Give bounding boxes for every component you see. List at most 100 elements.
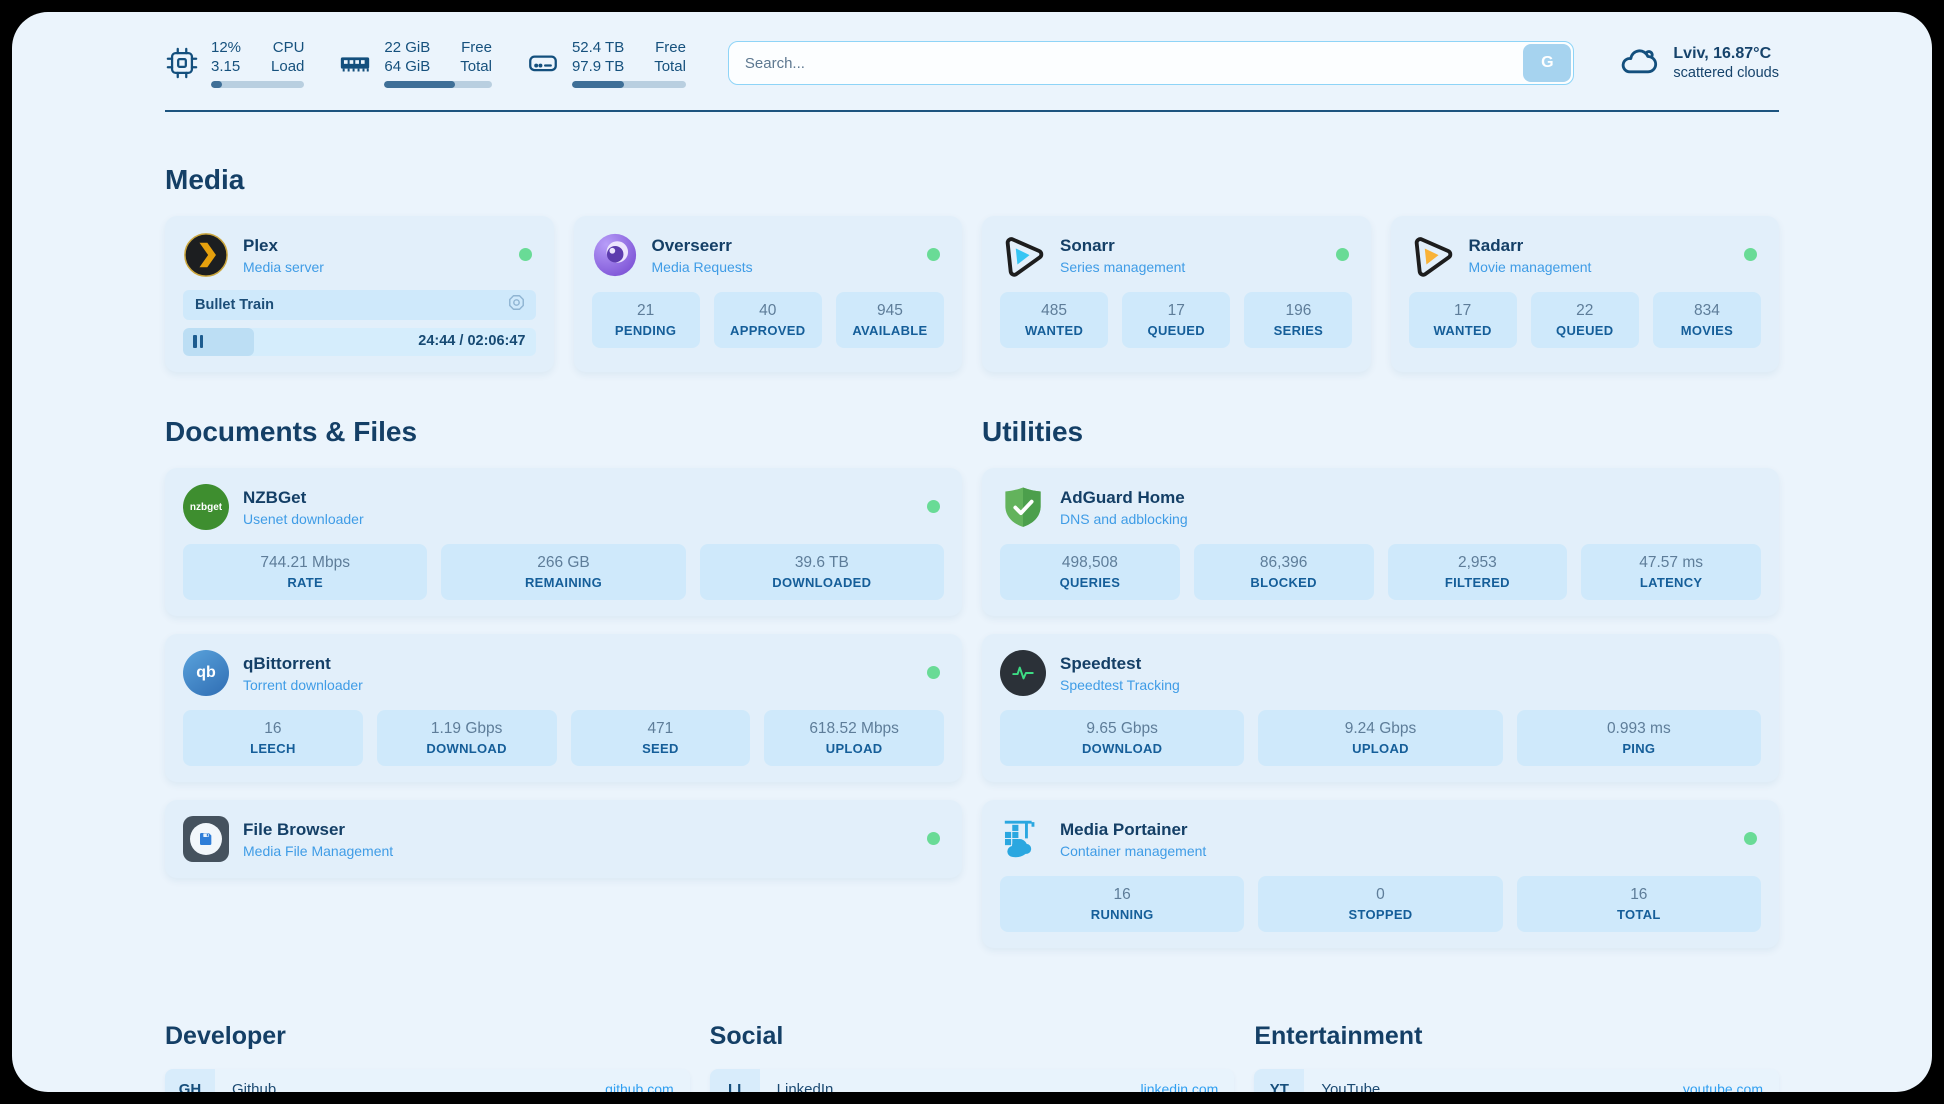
stat-value: 22 <box>1576 302 1593 320</box>
bookmark-name: LinkedIn <box>777 1081 1141 1093</box>
status-dot <box>927 832 940 845</box>
stat-label: WANTED <box>1434 323 1492 338</box>
cloud-icon <box>1616 41 1660 86</box>
app-subtitle: Speedtest Tracking <box>1060 677 1180 693</box>
pause-icon[interactable] <box>193 335 203 348</box>
memory-widget: 22 GiB 64 GiB Free Total <box>338 38 492 88</box>
now-playing-title: Bullet Train <box>195 297 507 313</box>
gear-icon[interactable] <box>507 293 526 317</box>
app-card-speedtest[interactable]: Speedtest Speedtest Tracking 9.65 Gbps D… <box>982 634 1779 782</box>
speedtest-icon <box>1000 650 1046 696</box>
bookmark-url[interactable]: github.com <box>605 1081 673 1092</box>
status-dot <box>519 248 532 261</box>
app-subtitle: Torrent downloader <box>243 677 363 693</box>
stat-label: REMAINING <box>525 575 602 590</box>
bookmark-badge: YT <box>1254 1069 1304 1092</box>
stat-value: 16 <box>1630 886 1647 904</box>
app-name: NZBGet <box>243 488 364 508</box>
stat-label: AVAILABLE <box>852 323 927 338</box>
stat-value: 9.65 Gbps <box>1086 720 1158 738</box>
disk-widget: 52.4 TB 97.9 TB Free Total <box>526 38 686 88</box>
stat-label: SEED <box>642 741 679 756</box>
app-card-portainer[interactable]: Media Portainer Container management 16 … <box>982 800 1779 948</box>
app-name: Media Portainer <box>1060 820 1206 840</box>
documents-section-title: Documents & Files <box>165 416 962 448</box>
stat-label: UPLOAD <box>1352 741 1409 756</box>
stat-box: 16 LEECH <box>183 710 363 766</box>
weather-condition: scattered clouds <box>1673 65 1779 81</box>
app-card-radarr[interactable]: Radarr Movie management 17 WANTED 22 QUE… <box>1391 216 1780 372</box>
stat-label: MOVIES <box>1681 323 1733 338</box>
bookmark-url[interactable]: youtube.com <box>1683 1081 1763 1092</box>
app-card-nzbget[interactable]: nzbget NZBGet Usenet downloader 744.21 M… <box>165 468 962 616</box>
bookmark-linkedin[interactable]: LI LinkedIn linkedin.com <box>710 1069 1235 1092</box>
stat-value: 471 <box>647 720 673 738</box>
stat-label: FILTERED <box>1445 575 1510 590</box>
stat-label: SERIES <box>1274 323 1323 338</box>
stat-value: 834 <box>1694 302 1720 320</box>
memory-progress-bar <box>384 81 492 88</box>
stat-box: 2,953 FILTERED <box>1388 544 1568 600</box>
cpu-progress-bar <box>211 81 304 88</box>
adguard-icon <box>1000 484 1046 530</box>
stat-box: 0 STOPPED <box>1258 876 1502 932</box>
stat-value: 0 <box>1376 886 1385 904</box>
search-bar: G <box>728 41 1575 85</box>
app-card-adguard[interactable]: AdGuard Home DNS and adblocking 498,508 … <box>982 468 1779 616</box>
disk-total-label: Total <box>654 57 686 76</box>
stat-label: PENDING <box>615 323 676 338</box>
cpu-load-label: Load <box>271 57 304 76</box>
app-card-filebrowser[interactable]: File Browser Media File Management <box>165 800 962 878</box>
playback-progress-bar: 24:44 / 02:06:47 <box>183 328 536 356</box>
stat-box: 39.6 TB DOWNLOADED <box>700 544 944 600</box>
stat-box: 22 QUEUED <box>1531 292 1639 348</box>
stat-value: 86,396 <box>1260 554 1307 572</box>
status-dot <box>1744 832 1757 845</box>
stat-value: 21 <box>637 302 654 320</box>
stat-value: 485 <box>1041 302 1067 320</box>
stat-box: 40 APPROVED <box>714 292 822 348</box>
app-card-sonarr[interactable]: Sonarr Series management 485 WANTED 17 Q… <box>982 216 1371 372</box>
stat-box: 21 PENDING <box>592 292 700 348</box>
plex-icon <box>183 232 229 278</box>
app-name: File Browser <box>243 820 393 840</box>
app-card-qbittorrent[interactable]: qb qBittorrent Torrent downloader 16 LEE… <box>165 634 962 782</box>
memory-icon <box>338 40 372 86</box>
stat-box: 86,396 BLOCKED <box>1194 544 1374 600</box>
disk-progress-bar <box>572 81 686 88</box>
stat-value: 47.57 ms <box>1639 554 1703 572</box>
app-subtitle: Media File Management <box>243 843 393 859</box>
stat-box: 945 AVAILABLE <box>836 292 944 348</box>
app-subtitle: Series management <box>1060 259 1185 275</box>
stat-value: 16 <box>264 720 281 738</box>
memory-free-value: 22 GiB <box>384 38 430 57</box>
stat-box: 16 TOTAL <box>1517 876 1761 932</box>
playback-time: 24:44 / 02:06:47 <box>418 333 525 349</box>
section-social: Social LI LinkedIn linkedin.com TW Twitt… <box>710 1022 1235 1092</box>
search-engine-button[interactable]: G <box>1523 44 1571 82</box>
nzbget-icon: nzbget <box>183 484 229 530</box>
stat-value: 40 <box>759 302 776 320</box>
cpu-icon <box>165 40 199 86</box>
disk-free-label: Free <box>654 38 686 57</box>
bookmark-github[interactable]: GH Github github.com <box>165 1069 690 1092</box>
app-subtitle: Container management <box>1060 843 1206 859</box>
bookmark-youtube[interactable]: YT YouTube youtube.com <box>1254 1069 1779 1092</box>
stat-box: 618.52 Mbps UPLOAD <box>764 710 944 766</box>
app-name: Overseerr <box>652 236 753 256</box>
stat-label: QUEUED <box>1556 323 1613 338</box>
stat-label: DOWNLOADED <box>772 575 871 590</box>
section-developer: Developer GH Github github.com SO StackO… <box>165 1022 690 1092</box>
filebrowser-icon <box>183 816 229 862</box>
search-input[interactable] <box>728 41 1575 85</box>
stat-value: 17 <box>1454 302 1471 320</box>
stat-box: 17 QUEUED <box>1122 292 1230 348</box>
bookmark-url[interactable]: linkedin.com <box>1141 1081 1219 1092</box>
topbar-divider <box>165 110 1779 112</box>
stat-label: PING <box>1622 741 1655 756</box>
stat-box: 9.65 Gbps DOWNLOAD <box>1000 710 1244 766</box>
sonarr-icon <box>1000 232 1046 278</box>
app-card-overseerr[interactable]: Overseerr Media Requests 21 PENDING 40 A… <box>574 216 963 372</box>
qbittorrent-icon: qb <box>183 650 229 696</box>
app-card-plex[interactable]: Plex Media server Bullet Train <box>165 216 554 372</box>
